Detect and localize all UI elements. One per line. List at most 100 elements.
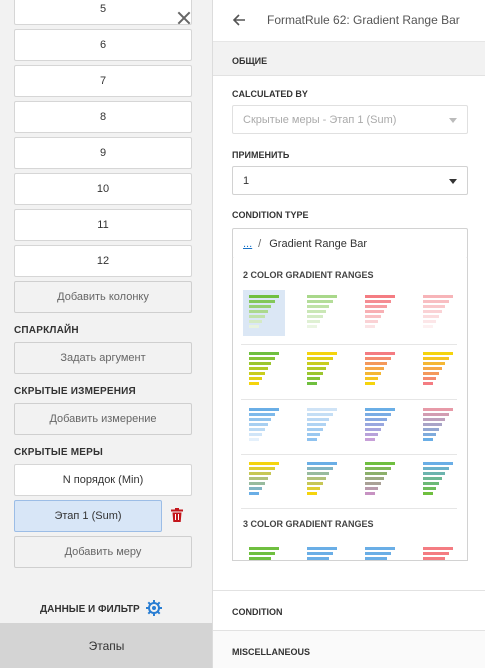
gradient-bar bbox=[423, 428, 439, 431]
gallery-row bbox=[241, 290, 457, 336]
gradient-bar bbox=[307, 472, 329, 475]
gradient-bar bbox=[249, 438, 259, 441]
general-section-header[interactable]: ОБЩИЕ bbox=[213, 42, 485, 76]
gradient-bar bbox=[423, 487, 436, 490]
gradient-bar bbox=[365, 408, 395, 411]
gradient-style-option[interactable] bbox=[417, 403, 459, 449]
gradient-bar bbox=[307, 372, 323, 375]
gradient-style-option[interactable] bbox=[417, 542, 459, 560]
gallery-row bbox=[241, 542, 459, 560]
gear-icon[interactable] bbox=[145, 600, 162, 619]
condition-section-header[interactable]: CONDITION bbox=[213, 590, 485, 630]
trash-icon[interactable] bbox=[171, 508, 183, 522]
gallery-section-title: 2 COLOR GRADIENT RANGES bbox=[243, 270, 374, 280]
data-filter-section[interactable]: ДАННЫЕ И ФИЛЬТР bbox=[40, 600, 162, 619]
sparkline-section-title: СПАРКЛАЙН bbox=[14, 325, 79, 336]
gradient-style-option[interactable] bbox=[243, 403, 285, 449]
column-item[interactable]: 6 bbox=[14, 29, 192, 61]
gradient-bar bbox=[365, 418, 387, 421]
add-column-button[interactable]: Добавить колонку bbox=[14, 281, 192, 313]
column-item[interactable]: 10 bbox=[14, 173, 192, 205]
gradient-bar bbox=[307, 310, 326, 313]
gradient-bar bbox=[365, 557, 387, 560]
gradient-bar bbox=[365, 295, 395, 298]
gradient-bar bbox=[423, 413, 449, 416]
gradient-bar bbox=[249, 408, 279, 411]
gradient-bar bbox=[307, 408, 337, 411]
gradient-bar bbox=[423, 472, 445, 475]
close-icon[interactable] bbox=[177, 11, 191, 25]
gradient-style-option[interactable] bbox=[301, 347, 343, 393]
gradient-style-gallery[interactable]: 2 COLOR GRADIENT RANGES 3 COLOR GRADIENT… bbox=[232, 258, 468, 561]
apply-select[interactable]: 1 bbox=[232, 166, 468, 195]
gradient-bar bbox=[365, 367, 384, 370]
gradient-bar bbox=[423, 408, 453, 411]
breadcrumb-separator: / bbox=[258, 237, 262, 250]
gradient-bar bbox=[249, 352, 279, 355]
gradient-style-option[interactable] bbox=[359, 347, 401, 393]
gradient-bar bbox=[307, 557, 329, 560]
column-item[interactable]: 9 bbox=[14, 137, 192, 169]
gradient-bar bbox=[365, 462, 395, 465]
gradient-style-option[interactable] bbox=[359, 457, 401, 503]
gradient-style-option[interactable] bbox=[359, 403, 401, 449]
gradient-bar bbox=[307, 382, 317, 385]
gradient-bar bbox=[423, 557, 445, 560]
breadcrumb-back-link[interactable]: ... bbox=[243, 238, 252, 250]
gradient-style-option[interactable] bbox=[417, 457, 459, 503]
gradient-style-option[interactable] bbox=[301, 403, 343, 449]
measure-item-selected[interactable]: Этап 1 (Sum) bbox=[14, 500, 162, 532]
gradient-style-option[interactable] bbox=[243, 542, 285, 560]
gradient-bar bbox=[307, 462, 337, 465]
gradient-style-option[interactable] bbox=[243, 290, 285, 336]
gradient-style-option[interactable] bbox=[359, 542, 401, 560]
gallery-row bbox=[241, 457, 457, 503]
gradient-bar bbox=[365, 423, 384, 426]
gradient-bar bbox=[249, 357, 275, 360]
gradient-bar bbox=[249, 552, 275, 555]
column-item[interactable]: 11 bbox=[14, 209, 192, 241]
tab-etapy[interactable]: Этапы bbox=[0, 623, 212, 668]
back-arrow-icon[interactable] bbox=[232, 13, 246, 27]
gradient-bar bbox=[249, 557, 271, 560]
gradient-bar bbox=[365, 487, 378, 490]
gallery-row bbox=[241, 403, 457, 449]
column-item[interactable]: 5 bbox=[14, 0, 192, 25]
gradient-bar bbox=[423, 352, 453, 355]
chevron-down-icon bbox=[449, 179, 457, 184]
gradient-bar bbox=[365, 372, 381, 375]
column-item[interactable]: 12 bbox=[14, 245, 192, 277]
format-rule-panel: FormatRule 62: Gradient Range Bar ОБЩИЕ … bbox=[213, 0, 485, 668]
gradient-bar bbox=[307, 547, 337, 550]
gradient-bar bbox=[307, 305, 329, 308]
set-argument-button[interactable]: Задать аргумент bbox=[14, 342, 192, 374]
gradient-bar bbox=[249, 367, 268, 370]
gradient-style-option[interactable] bbox=[301, 457, 343, 503]
add-measure-button[interactable]: Добавить меру bbox=[14, 536, 192, 568]
column-item[interactable]: 8 bbox=[14, 101, 192, 133]
gradient-bar bbox=[365, 320, 378, 323]
column-item[interactable]: 7 bbox=[14, 65, 192, 97]
gradient-bar bbox=[249, 423, 268, 426]
gradient-bar bbox=[423, 477, 442, 480]
gradient-bar bbox=[423, 320, 436, 323]
gradient-bar bbox=[307, 362, 329, 365]
gradient-style-option[interactable] bbox=[417, 290, 459, 336]
gradient-bar bbox=[307, 487, 320, 490]
gradient-style-option[interactable] bbox=[417, 347, 459, 393]
gradient-style-option[interactable] bbox=[243, 347, 285, 393]
gradient-style-option[interactable] bbox=[243, 457, 285, 503]
gradient-bar bbox=[249, 320, 262, 323]
gradient-bar bbox=[423, 492, 433, 495]
misc-section-header[interactable]: MISCELLANEOUS bbox=[213, 630, 485, 668]
gradient-style-option[interactable] bbox=[359, 290, 401, 336]
gradient-style-option[interactable] bbox=[301, 542, 343, 560]
measure-item[interactable]: N порядок (Min) bbox=[14, 464, 192, 496]
add-dimension-button[interactable]: Добавить измерение bbox=[14, 403, 192, 435]
gradient-bar bbox=[249, 377, 262, 380]
gradient-bar bbox=[365, 305, 387, 308]
gradient-bar bbox=[307, 295, 337, 298]
gradient-style-option[interactable] bbox=[301, 290, 343, 336]
gradient-bar bbox=[249, 362, 271, 365]
gradient-bar bbox=[249, 372, 265, 375]
